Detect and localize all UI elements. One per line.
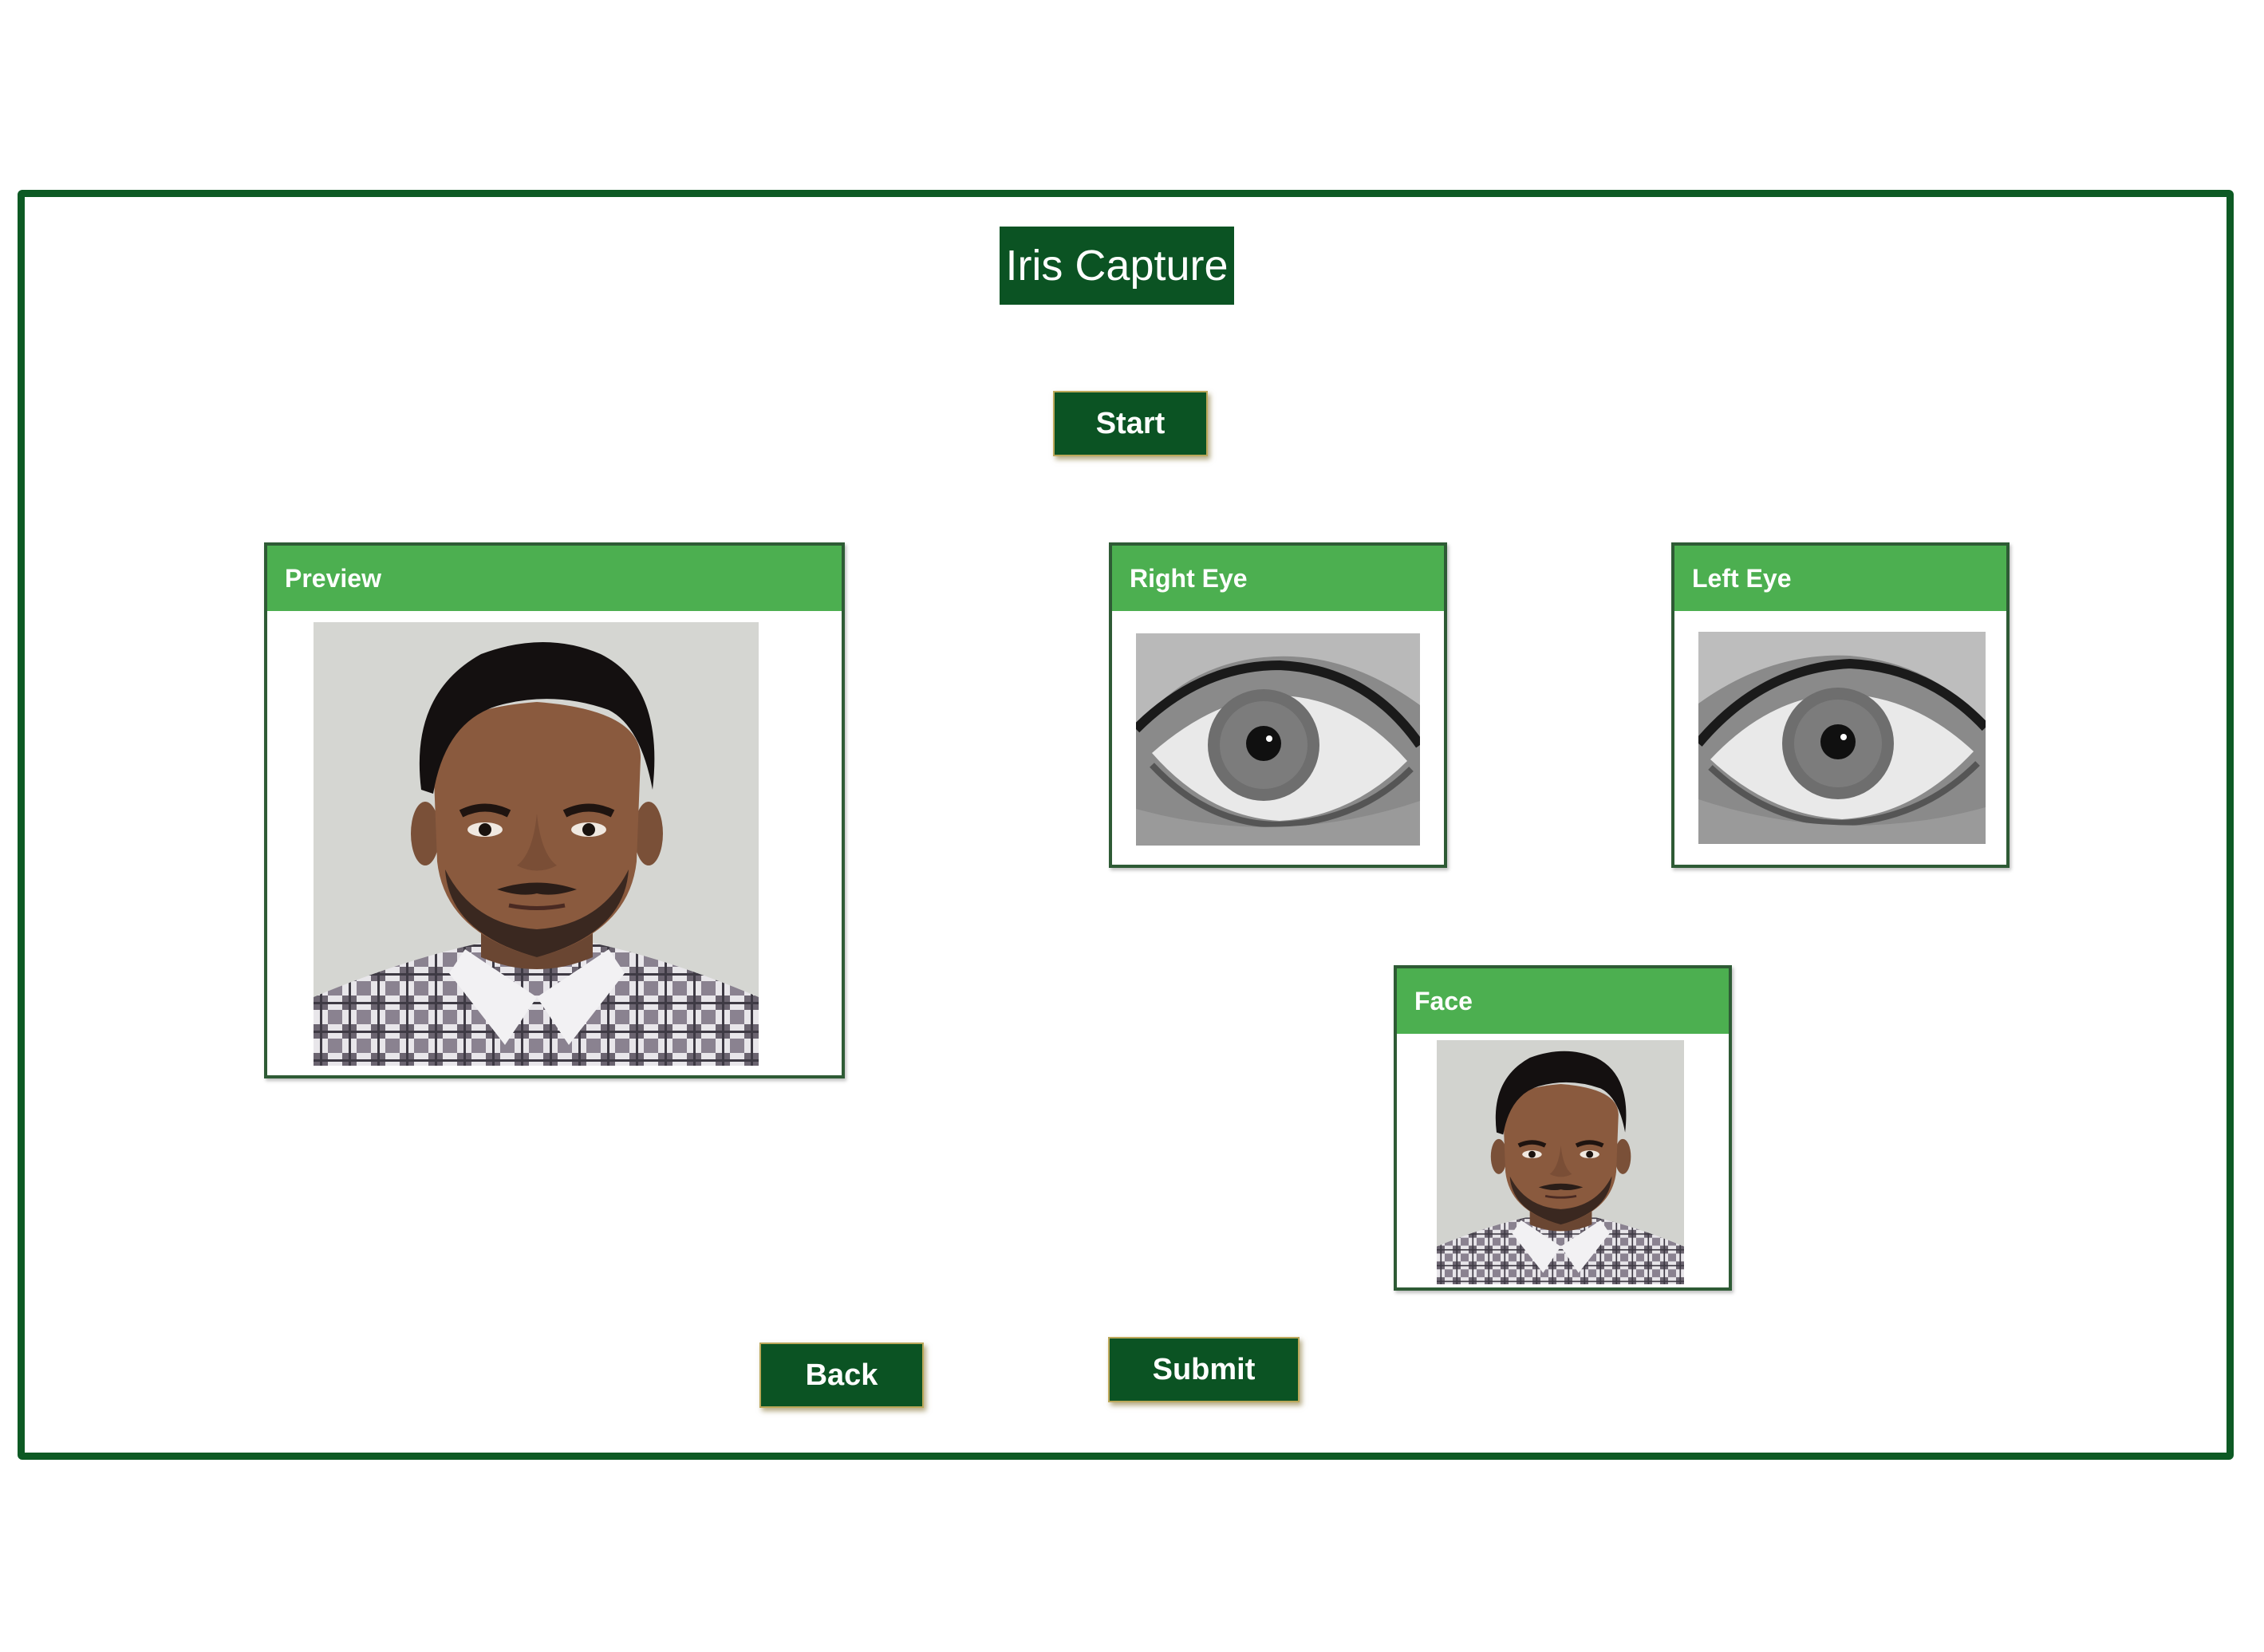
back-button[interactable]: Back <box>759 1342 924 1408</box>
preview-panel: Preview <box>264 542 845 1078</box>
preview-header: Preview <box>267 546 842 611</box>
left-eye-panel: Left Eye <box>1671 542 2010 868</box>
face-panel: Face <box>1394 965 1732 1291</box>
face-header: Face <box>1397 968 1729 1034</box>
page-title: Iris Capture <box>1000 227 1234 305</box>
right-eye-panel: Right Eye <box>1109 542 1447 868</box>
start-button[interactable]: Start <box>1053 391 1208 456</box>
submit-button[interactable]: Submit <box>1108 1337 1300 1402</box>
preview-image <box>314 622 759 1066</box>
left-eye-image <box>1698 632 1986 844</box>
right-eye-image <box>1136 633 1420 846</box>
left-eye-header: Left Eye <box>1674 546 2006 611</box>
face-image <box>1437 1040 1684 1284</box>
right-eye-header: Right Eye <box>1112 546 1444 611</box>
